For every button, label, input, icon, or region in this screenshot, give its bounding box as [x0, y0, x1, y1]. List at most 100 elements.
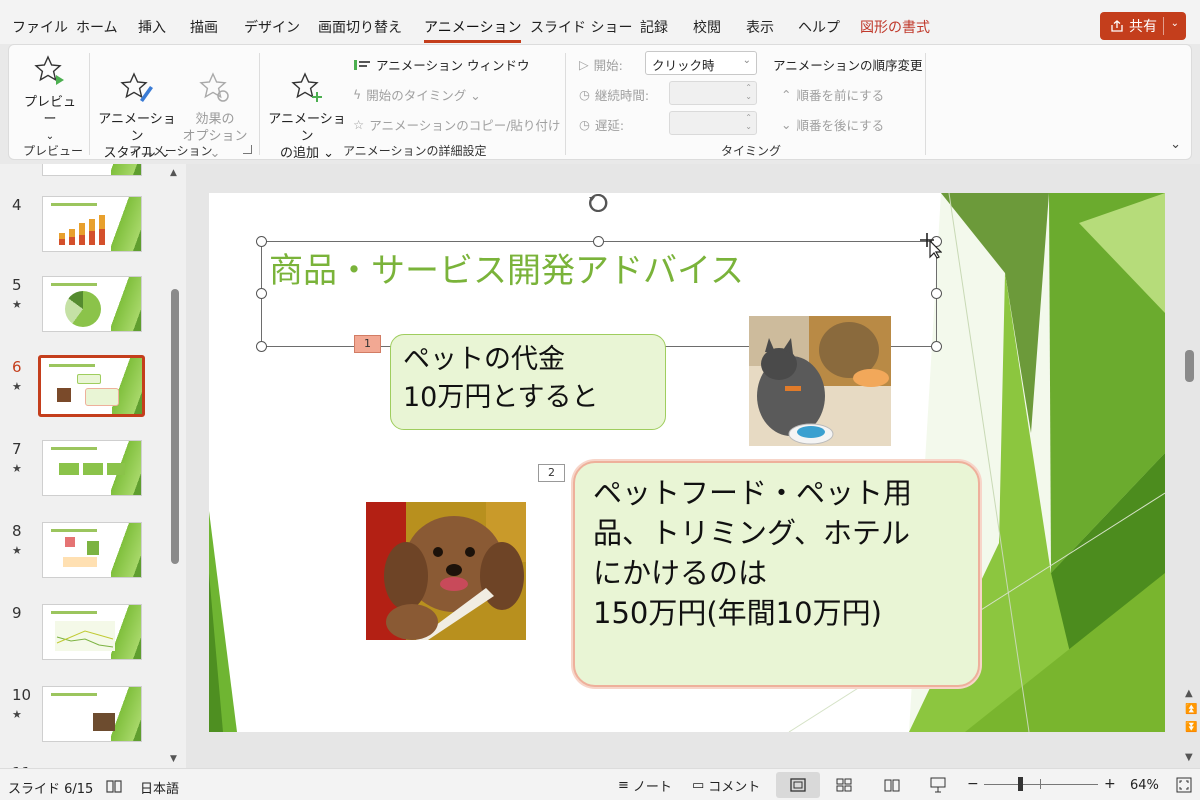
zoom-out-icon[interactable]: − — [967, 776, 979, 792]
thumbnail-row-6[interactable]: 6 ★ — [0, 355, 170, 428]
tab-animations[interactable]: アニメーション — [424, 17, 522, 43]
thumbnail-row-4[interactable]: 4 — [0, 196, 170, 266]
notes-button[interactable]: ≡ ノート — [618, 776, 672, 795]
comments-button[interactable]: ▭ コメント — [692, 776, 760, 795]
slideshow-icon[interactable] — [930, 777, 946, 793]
tab-slideshow[interactable]: スライド ショー — [530, 17, 632, 37]
thumbnail-scrollbar[interactable] — [171, 289, 179, 564]
delay-label: 遅延: — [594, 118, 625, 133]
zoom-in-icon[interactable]: + — [1104, 776, 1116, 792]
cat-photo[interactable] — [749, 316, 891, 446]
zoom-level[interactable]: 64% — [1130, 778, 1159, 793]
share-label: 共有 — [1129, 19, 1157, 35]
slide-thumbnail[interactable] — [42, 522, 142, 578]
chevron-up-icon: ⌃ — [781, 87, 792, 102]
scroll-down-icon[interactable]: ▼ — [1185, 752, 1193, 763]
tab-home[interactable]: ホーム — [76, 17, 118, 37]
chevron-down-icon: ⌄ — [781, 117, 792, 132]
clock-icon: ◷ — [579, 117, 590, 132]
move-later-button[interactable]: ⌄ 順番を後にする — [781, 115, 884, 134]
next-slide-icon[interactable]: ⏬ — [1185, 722, 1197, 733]
resize-handle[interactable] — [256, 288, 267, 299]
tab-view[interactable]: 表示 — [746, 17, 774, 37]
line-chart-thumbnail-icon — [55, 621, 115, 651]
thumbnail-row-5[interactable]: 5 ★ — [0, 276, 170, 346]
scroll-down-icon[interactable]: ▼ — [170, 754, 177, 764]
share-button[interactable]: 共有 ⌄ — [1100, 12, 1186, 40]
slide-counter: スライド 6/15 — [8, 782, 94, 797]
dog-photo[interactable] — [366, 502, 526, 640]
reading-view-icon[interactable] — [884, 778, 900, 792]
preview-button[interactable]: プレビュー ⌄ — [19, 53, 81, 145]
shape-thumbnail — [59, 463, 79, 475]
duration-field[interactable]: ⌃ ⌄ — [669, 81, 757, 105]
tab-review[interactable]: 校閲 — [693, 17, 721, 37]
language-indicator[interactable]: 日本語 — [140, 778, 179, 797]
slide-thumbnail[interactable] — [42, 604, 142, 660]
tab-draw[interactable]: 描画 — [190, 17, 218, 37]
callout-pet-costs[interactable]: ペットフード・ペット用 品、トリミング、ホテル にかけるのは 150万円(年間1… — [573, 461, 980, 687]
slide-thumbnail[interactable] — [42, 686, 142, 742]
add-animation-button[interactable]: アニメーション の追加 ⌄ — [267, 53, 347, 179]
resize-handle[interactable] — [256, 341, 267, 352]
slide-canvas[interactable]: 商品・サービス開発アドバイス 1 2 ペットの代金 10万円とすると ペットフー… — [209, 193, 1165, 732]
spinner-icon[interactable]: ⌃ ⌄ — [745, 83, 752, 101]
rotate-handle-icon[interactable] — [587, 193, 609, 215]
animation-order-tag-1[interactable]: 1 — [354, 335, 381, 353]
slide-thumbnail[interactable] — [42, 196, 142, 252]
group-separator — [925, 53, 926, 155]
thumbnail-row-8[interactable]: 8 ★ — [0, 522, 170, 592]
resize-handle[interactable] — [931, 288, 942, 299]
resize-handle[interactable] — [256, 236, 267, 247]
resize-handle[interactable] — [931, 341, 942, 352]
spinner-icon[interactable]: ⌃ ⌄ — [745, 113, 752, 131]
animation-window-button[interactable]: アニメーション ウィンドウ — [353, 55, 529, 74]
zoom-slider[interactable] — [984, 784, 1098, 785]
move-cursor-icon — [920, 233, 942, 259]
tab-insert[interactable]: 挿入 — [138, 17, 166, 37]
tab-record[interactable]: 記録 — [640, 17, 668, 37]
normal-view-button[interactable] — [776, 772, 820, 798]
slide-thumbnail-partial[interactable] — [42, 164, 142, 176]
slide-sorter-icon[interactable] — [836, 778, 852, 792]
previous-slide-icon[interactable]: ⏫ — [1185, 704, 1197, 715]
callout-pet-price[interactable]: ペットの代金 10万円とすると — [390, 334, 666, 430]
tab-shape-format[interactable]: 図形の書式 — [860, 17, 930, 37]
animation-painter-button[interactable]: ☆ アニメーションのコピー/貼り付け — [353, 115, 560, 134]
dialog-launcher-icon[interactable] — [243, 145, 252, 154]
thumbnail-row-10[interactable]: 10 ★ — [0, 686, 170, 756]
collapse-ribbon-icon[interactable]: ⌄ — [1170, 137, 1181, 152]
slide-number-active: 6 — [12, 358, 22, 376]
slide-thumbnail[interactable] — [42, 440, 142, 496]
fit-to-window-icon[interactable] — [1176, 777, 1192, 793]
tab-transitions[interactable]: 画面切り替え — [318, 17, 402, 37]
delay-field[interactable]: ⌃ ⌄ — [669, 111, 757, 135]
tab-help[interactable]: ヘルプ — [798, 17, 840, 37]
share-dropdown-icon[interactable]: ⌄ — [1171, 18, 1179, 29]
move-earlier-button[interactable]: ⌃ 順番を前にする — [781, 85, 884, 104]
scroll-up-icon[interactable]: ▲ — [1185, 688, 1193, 699]
scroll-up-icon[interactable]: ▲ — [170, 168, 177, 178]
thumbnail-row-9[interactable]: 9 — [0, 604, 170, 674]
menu-bar: ファイル ホーム 挿入 描画 デザイン 画面切り替え アニメーション スライド … — [0, 0, 1200, 44]
callout-text-line: にかけるのは — [593, 556, 768, 590]
thumbnail-row-7[interactable]: 7 ★ — [0, 440, 170, 510]
accessibility-book-icon[interactable] — [106, 779, 122, 793]
vertical-scrollbar[interactable] — [1185, 350, 1194, 382]
trigger-button[interactable]: ϟ 開始のタイミング ⌄ — [353, 85, 481, 104]
animation-style-button[interactable]: アニメーション スタイル ⌄ — [97, 53, 177, 179]
reorder-title: アニメーションの順序変更 — [773, 55, 923, 74]
lightning-icon: ϟ — [353, 87, 362, 102]
effect-options-button[interactable]: 効果の オプション ⌄ — [179, 53, 251, 179]
tab-file[interactable]: ファイル — [12, 17, 68, 37]
group-animation-label: アニメーション — [129, 144, 213, 158]
zoom-slider-thumb[interactable] — [1018, 777, 1023, 791]
slide-thumbnail[interactable] — [42, 276, 142, 332]
start-select[interactable]: クリック時 ⌄ — [645, 51, 757, 75]
slide-number: 9 — [12, 604, 22, 622]
shape-thumbnail — [83, 463, 103, 475]
slide-thumbnail-active[interactable] — [38, 355, 145, 417]
animation-order-tag-2[interactable]: 2 — [538, 464, 565, 482]
tab-design[interactable]: デザイン — [244, 17, 300, 37]
resize-handle[interactable] — [593, 236, 604, 247]
